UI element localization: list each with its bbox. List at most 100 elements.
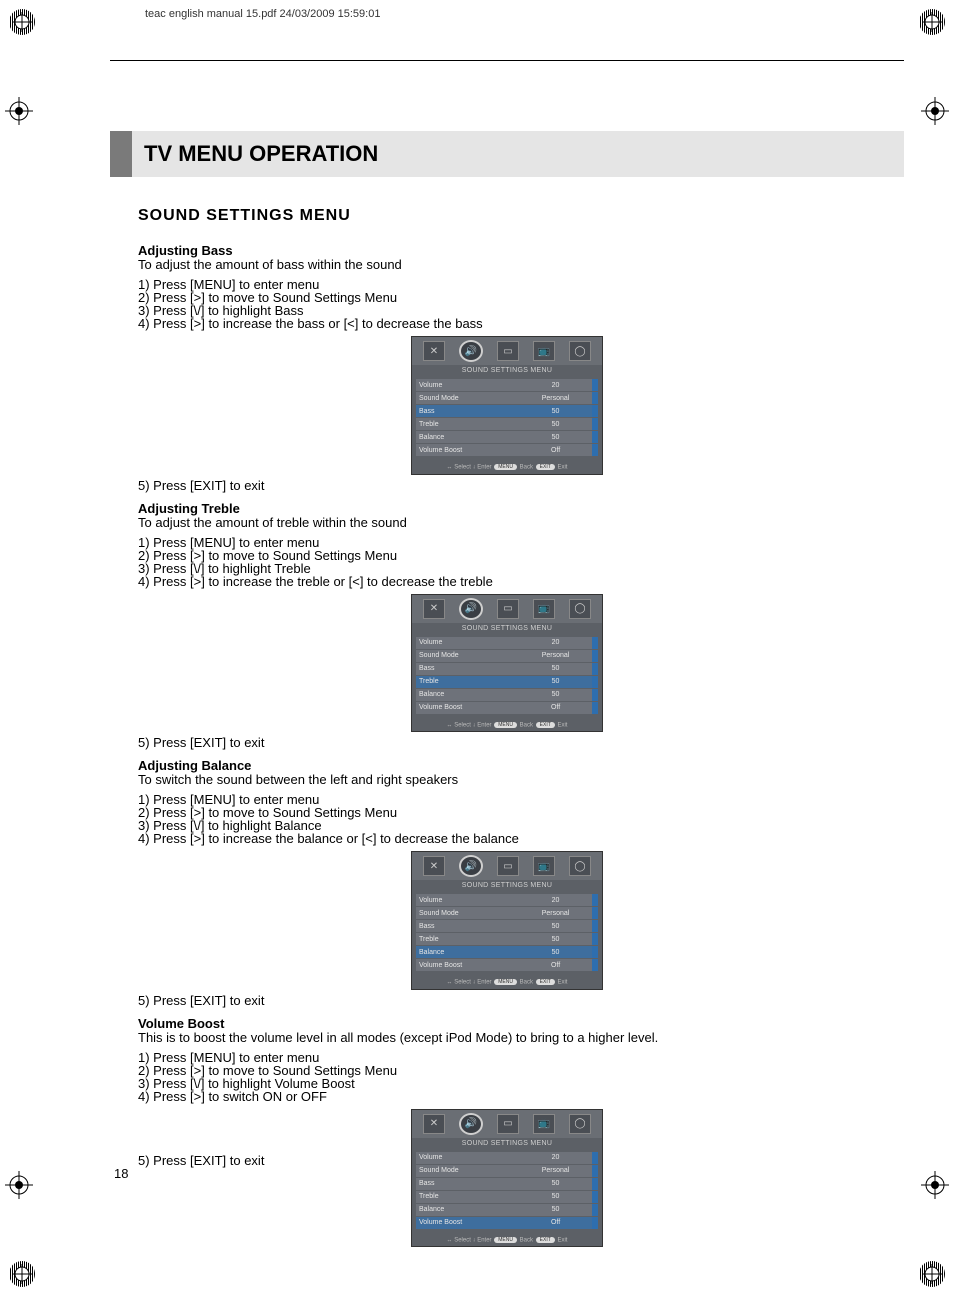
osd-row: Volume20 [416,1152,598,1164]
body: SOUND SETTINGS MENU Adjusting Bass To ad… [110,207,904,1251]
osd-row-bar [592,418,598,430]
step: 4) Press [>] to increase the bass or [<]… [138,317,876,330]
steps: 1) Press [MENU] to enter menu 2) Press [… [138,1051,876,1103]
osd-row: Volume BoostOff [416,702,598,714]
sound-icon: 🔊 [459,340,483,362]
page-number: 18 [114,1166,128,1181]
osd-row-value: Personal [519,1167,592,1174]
step: 3) Press [\/] to highlight Volume Boost [138,1077,876,1090]
osd-row: Treble50 [416,676,598,688]
osd-row-value: 50 [519,936,592,943]
channel-icon: ▭ [497,856,519,876]
osd-row: Treble50 [416,1191,598,1203]
registration-mark-icon [8,1260,36,1288]
step: 4) Press [>] to increase the treble or [… [138,575,876,588]
osd-row-value: 50 [519,408,592,415]
osd-row-bar [592,1152,598,1164]
osd-row-bar [592,894,598,906]
sound-icon: 🔊 [459,598,483,620]
osd-row-label: Sound Mode [416,395,519,402]
osd-row-label: Bass [416,665,519,672]
osd-row: Sound ModePersonal [416,1165,598,1177]
osd-footer-select: Select [454,722,471,728]
step: 3) Press [\/] to highlight Treble [138,562,876,575]
osd-row-value: 20 [519,1154,592,1161]
osd-row-label: Sound Mode [416,1167,519,1174]
osd-row-label: Volume Boost [416,704,519,711]
osd-row: Sound ModePersonal [416,650,598,662]
osd-row-label: Volume [416,1154,519,1161]
description: To adjust the amount of bass within the … [138,257,876,272]
slugline: teac english manual 15.pdf 24/03/2009 15… [145,8,380,20]
osd-screenshot: ✕🔊▭📺◯SOUND SETTINGS MENUVolume20Sound Mo… [411,1109,603,1248]
osd-row-label: Balance [416,434,519,441]
osd-row-label: Volume Boost [416,447,519,454]
osd-panel: ✕🔊▭📺◯SOUND SETTINGS MENUVolume20Sound Mo… [411,851,603,990]
osd-row-value: Personal [519,652,592,659]
osd-row: Balance50 [416,1204,598,1216]
osd-row-bar [592,1165,598,1177]
osd-row-bar [592,933,598,945]
osd-row-label: Treble [416,1193,519,1200]
osd-row-label: Bass [416,1180,519,1187]
osd-row-label: Treble [416,678,519,685]
osd-footer-back: Back [520,465,533,471]
osd-row-value: Off [519,1219,592,1226]
osd-tab-icons: ✕🔊▭📺◯ [412,595,602,623]
registration-mark-icon [918,1260,946,1288]
osd-panel: ✕🔊▭📺◯SOUND SETTINGS MENUVolume20Sound Mo… [411,594,603,733]
osd-row-label: Bass [416,408,519,415]
osd-row-label: Volume [416,639,519,646]
osd-footer-select: Select [454,980,471,986]
osd-row-bar [592,1178,598,1190]
osd-row-bar [592,1204,598,1216]
osd-row-value: Off [519,962,592,969]
osd-row-label: Volume [416,382,519,389]
osd-row-value: Personal [519,910,592,917]
subheading: Adjusting Treble [138,501,876,516]
osd-row-bar [592,379,598,391]
osd-row-value: 20 [519,639,592,646]
osd-row-bar [592,959,598,971]
osd-tab-icons: ✕🔊▭📺◯ [412,337,602,365]
channel-icon: ▭ [497,599,519,619]
osd-footer-enter: Enter [477,465,491,471]
osd-row-bar [592,1217,598,1229]
osd-row-bar [592,392,598,404]
description: This is to boost the volume level in all… [138,1030,876,1045]
osd-menu-pill: MENU [494,979,517,985]
osd-row-value: 50 [519,923,592,930]
feature-icon: 📺 [533,341,555,361]
osd-row-value: Off [519,704,592,711]
subheading: Adjusting Bass [138,243,876,258]
osd-row: Balance50 [416,689,598,701]
picture-icon: ✕ [423,856,445,876]
osd-menu-pill: MENU [494,722,517,728]
osd-row: Volume BoostOff [416,959,598,971]
osd-footer-enter: Enter [477,1237,491,1243]
channel-icon: ▭ [497,341,519,361]
channel-icon: ▭ [497,1114,519,1134]
osd-row: Sound ModePersonal [416,907,598,919]
osd-row: Balance50 [416,431,598,443]
osd-row: Treble50 [416,933,598,945]
osd-footer-enter: Enter [477,722,491,728]
osd-exit-pill: EXIT [536,464,555,470]
sound-icon: 🔊 [459,855,483,877]
registration-mark-icon [918,8,946,36]
feature-icon: 📺 [533,856,555,876]
osd-tab-icons: ✕🔊▭📺◯ [412,852,602,880]
osd-row-value: 50 [519,691,592,698]
osd-screenshot: ✕🔊▭📺◯SOUND SETTINGS MENUVolume20Sound Mo… [138,594,876,733]
osd-row-bar [592,1191,598,1203]
sound-icon: 🔊 [459,1113,483,1135]
section-bass: Adjusting Bass To adjust the amount of b… [138,243,876,493]
page: teac english manual 15.pdf 24/03/2009 15… [0,0,954,1296]
osd-row-value: 50 [519,1193,592,1200]
osd-row-bar [592,650,598,662]
picture-icon: ✕ [423,599,445,619]
description: To switch the sound between the left and… [138,772,876,787]
osd-menu-pill: MENU [494,464,517,470]
osd-row-bar [592,907,598,919]
osd-footer-back: Back [520,980,533,986]
